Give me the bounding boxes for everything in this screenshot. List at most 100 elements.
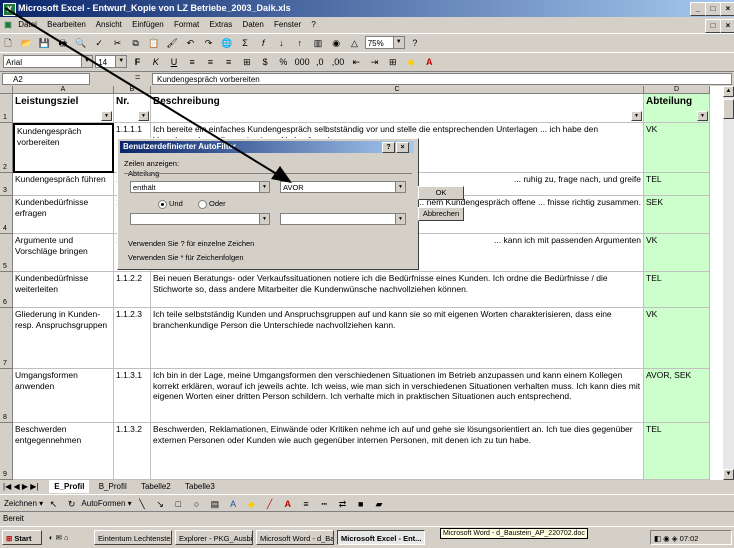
column-header-d[interactable]: D [644,86,710,94]
arrow-style-icon[interactable]: ⇄ [335,497,349,511]
tab-e-profil[interactable]: E_Profil [49,480,90,493]
menu-fenster[interactable]: Fenster [274,20,301,29]
close-button[interactable]: × [720,2,734,16]
menu-extras[interactable]: Extras [210,20,233,29]
taskbar-item-active[interactable]: Microsoft Excel - Ent... [337,530,425,545]
cell-ziel[interactable]: Argumente und Vorschläge bringen [13,234,114,272]
cell-ziel[interactable]: Beschwerden entgegennehmen [13,423,114,480]
scroll-down-icon[interactable]: ▼ [723,469,734,480]
line-style-icon[interactable]: ≡ [299,497,313,511]
open-icon[interactable]: 📂 [19,36,33,50]
tab-b-profil[interactable]: B_Profil [94,480,132,493]
underline-button[interactable]: U [167,55,181,69]
row-header[interactable]: 2 [0,123,13,173]
autoforms-menu[interactable]: AutoFormen ▾ [81,499,131,508]
operator-1-select[interactable]: enthält ▼ [130,181,270,193]
cell-ziel[interactable]: Kundengespräch führen [13,173,114,196]
new-icon[interactable]: 🗋 [1,36,15,50]
row-header[interactable]: 6 [0,272,13,308]
dialog-close-button[interactable]: × [396,142,409,153]
italic-button[interactable]: K [149,55,163,69]
name-box[interactable]: A2 [2,73,90,85]
zoom-select[interactable]: 75% ▼ [364,36,405,49]
font-color-icon[interactable]: A [422,55,436,69]
select-all-corner[interactable] [0,86,13,94]
taskbar-item[interactable]: Eintentum Lechtenstein | [94,530,172,545]
cell-abteilung[interactable]: VK [644,234,710,272]
cell-ziel[interactable]: Kundenbedürfnisse weiterleiten [13,272,114,308]
cell-beschreibung[interactable]: Bei neuen Beratungs- oder Verkaufssituat… [151,272,644,308]
dialog-help-button[interactable]: ? [382,142,395,153]
tray-icons[interactable]: ◧ ◉ ◈ [654,534,680,543]
start-button[interactable]: ⊞ Start [2,530,42,545]
spellcheck-icon[interactable]: ✓ [92,36,106,50]
taskbar-item[interactable]: Microsoft Word - d_Baustei [256,530,334,545]
oval-icon[interactable]: ○ [190,497,204,511]
percent-icon[interactable]: % [276,55,290,69]
undo-icon[interactable]: ↶ [183,36,197,50]
scroll-up-icon[interactable]: ▲ [723,86,734,97]
row-header[interactable]: 9 [0,423,13,480]
function-icon[interactable]: f [256,36,270,50]
borders-icon[interactable]: ⊞ [386,55,400,69]
cancel-button[interactable]: Abbrechen [418,207,464,221]
row-header[interactable]: 5 [0,234,13,272]
doc-close-button[interactable]: × [720,19,734,33]
draw-menu[interactable]: Zeichnen ▾ [4,499,43,508]
cell-abteilung[interactable]: VK [644,308,710,369]
filter-dropdown-icon[interactable]: ▼ [697,111,708,121]
align-left-icon[interactable]: ≡ [185,55,199,69]
cell-abteilung[interactable]: AVOR, SEK [644,369,710,423]
sort-desc-icon[interactable]: ↑ [293,36,307,50]
cell-abteilung[interactable]: VK [644,123,710,173]
select-arrow-icon[interactable]: ↖ [46,497,60,511]
fill-color-icon[interactable]: ◆ [404,55,418,69]
menu-bearbeiten[interactable]: Bearbeiten [47,20,86,29]
tab-tabelle2[interactable]: Tabelle2 [136,480,176,493]
cell-nr[interactable]: 1.1.2.3 [114,308,151,369]
cell-abteilung[interactable]: TEL [644,423,710,480]
menu-datei[interactable]: Datei [18,20,37,29]
align-center-icon[interactable]: ≡ [203,55,217,69]
row-header[interactable]: 8 [0,369,13,423]
menu-einfuegen[interactable]: Einfügen [132,20,164,29]
increase-decimal-icon[interactable]: ,0 [313,55,327,69]
align-right-icon[interactable]: ≡ [222,55,236,69]
dash-style-icon[interactable]: ┅ [317,497,331,511]
3d-icon[interactable]: ▰ [372,497,386,511]
cell-nr[interactable]: 1.1.3.1 [114,369,151,423]
value-2-input[interactable]: ▼ [280,213,406,225]
save-icon[interactable]: 💾 [37,36,51,50]
fill-color-icon[interactable]: ◆ [244,497,258,511]
maximize-button[interactable]: □ [705,2,721,16]
print-icon[interactable]: 🖶 [56,36,70,50]
column-header-c[interactable]: C [151,86,644,94]
redo-icon[interactable]: ↷ [202,36,216,50]
font-color-icon[interactable]: A [281,497,295,511]
quick-launch[interactable]: ◐ ✉ ⌂ [46,530,90,545]
cell-nr[interactable]: 1.1.3.2 [114,423,151,480]
bold-button[interactable]: F [130,55,144,69]
textbox-icon[interactable]: ▤ [208,497,222,511]
filter-dropdown-icon[interactable]: ▼ [101,111,112,121]
sort-asc-icon[interactable]: ↓ [275,36,289,50]
cell-nr[interactable]: 1.1.2.2 [114,272,151,308]
doc-restore-button[interactable]: □ [705,19,721,33]
line-color-icon[interactable]: ╱ [263,497,277,511]
hyperlink-icon[interactable]: 🌐 [220,36,234,50]
wordart-icon[interactable]: A [226,497,240,511]
row-header[interactable]: 4 [0,196,13,234]
cell-beschreibung[interactable]: Ich teile selbstständig Kunden und Anspr… [151,308,644,369]
rectangle-icon[interactable]: □ [171,497,185,511]
decrease-indent-icon[interactable]: ⇤ [349,55,363,69]
and-radio[interactable]: Und [158,199,183,209]
arrow-icon[interactable]: ↘ [153,497,167,511]
font-size-select[interactable]: 14 ▼ [95,55,128,68]
format-painter-icon[interactable]: 🖌 [165,36,179,50]
currency-icon[interactable]: $ [258,55,272,69]
decrease-decimal-icon[interactable]: ,00 [331,55,345,69]
vertical-scrollbar[interactable]: ▲ ▼ [723,86,734,480]
thousands-icon[interactable]: 000 [295,55,310,69]
cell-abteilung[interactable]: TEL [644,272,710,308]
row-header[interactable]: 7 [0,308,13,369]
